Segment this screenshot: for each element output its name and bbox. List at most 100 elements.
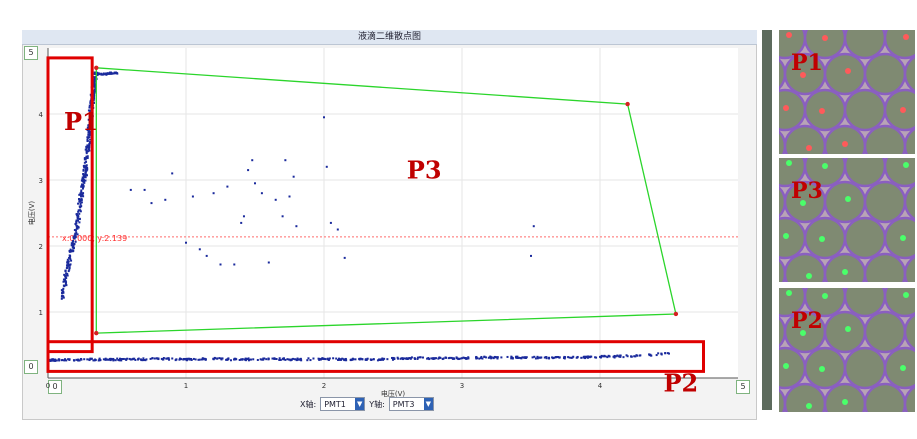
data-point-p1 — [75, 224, 78, 227]
data-point-p2 — [337, 358, 340, 361]
chevron-down-icon[interactable]: ▼ — [355, 398, 365, 410]
data-point-p2 — [521, 356, 524, 359]
data-point-p2 — [480, 355, 483, 358]
data-point-p2 — [383, 357, 386, 360]
data-point-p1 — [69, 263, 72, 266]
data-point-p2 — [79, 358, 82, 361]
data-point-p1 — [106, 72, 109, 75]
data-point-p2 — [619, 354, 622, 357]
x-axis-select[interactable]: PMT1 ▼ — [320, 397, 366, 411]
data-point-p2 — [246, 358, 249, 361]
data-point-p2 — [151, 357, 154, 360]
droplet — [783, 124, 827, 154]
data-point-p2 — [372, 358, 375, 361]
data-point-p2 — [153, 357, 156, 360]
grid-lines — [47, 48, 738, 378]
data-point-p2 — [265, 358, 268, 361]
droplet — [823, 382, 867, 412]
data-point-p3 — [143, 188, 146, 191]
data-point-p2 — [182, 358, 185, 361]
droplet — [863, 310, 907, 354]
fluorescent-dot — [806, 403, 812, 409]
data-point-p2 — [603, 354, 606, 357]
data-point-p2 — [121, 357, 124, 360]
data-point-p2 — [467, 357, 470, 360]
x-tick-label: 4 — [598, 382, 603, 390]
y-tick-label: 1 — [39, 309, 43, 317]
data-point-p1 — [75, 227, 78, 230]
data-point-p2 — [533, 355, 536, 358]
data-point-p1 — [73, 243, 76, 246]
data-point-p3 — [191, 195, 194, 198]
y-axis-select[interactable]: PMT3 ▼ — [388, 397, 434, 411]
data-point-p1 — [85, 150, 88, 153]
data-point-p2 — [149, 357, 152, 360]
data-point-p1 — [77, 210, 80, 213]
data-point-p2 — [126, 357, 129, 360]
data-point-p1 — [71, 250, 74, 253]
data-point-p2 — [457, 358, 460, 361]
data-point-p2 — [455, 356, 458, 359]
fluorescent-dot — [806, 273, 812, 279]
data-point-p1 — [80, 199, 83, 202]
data-point-p1 — [74, 229, 77, 232]
data-point-p2 — [441, 358, 444, 361]
droplet — [823, 52, 867, 96]
data-point-p2 — [500, 356, 503, 359]
data-point-p2 — [427, 357, 430, 360]
data-point-p1 — [81, 187, 84, 190]
data-point-p2 — [225, 358, 228, 361]
data-point-p1 — [82, 195, 85, 198]
droplet — [863, 252, 907, 282]
droplet — [863, 382, 907, 412]
data-point-p1 — [111, 72, 114, 75]
fluorescent-dot — [822, 163, 828, 169]
side-strip — [762, 30, 772, 410]
data-point-p2 — [435, 357, 438, 360]
data-point-p1 — [85, 164, 88, 167]
fluorescent-dot — [900, 107, 906, 113]
data-point-p1 — [81, 183, 84, 186]
data-point-p3 — [233, 263, 236, 266]
droplet — [863, 52, 907, 96]
data-point-p2 — [450, 356, 453, 359]
data-point-p1 — [65, 277, 68, 280]
data-point-p3 — [212, 192, 215, 195]
threshold-line[interactable]: x:0.000, y:2.139 — [48, 234, 738, 243]
data-point-p1 — [93, 83, 96, 86]
droplet — [803, 216, 847, 260]
data-point-p3 — [343, 256, 346, 259]
chevron-down-icon[interactable]: ▼ — [423, 398, 433, 410]
data-point-p2 — [175, 358, 178, 361]
data-point-p3 — [219, 263, 222, 266]
data-point-p1 — [86, 168, 89, 171]
fluorescent-dot — [819, 236, 825, 242]
data-point-p2 — [279, 358, 282, 361]
data-point-p2 — [332, 357, 335, 360]
data-point-p1 — [113, 71, 116, 74]
x-axis-select-value: PMT1 — [324, 399, 346, 409]
data-point-p1 — [80, 189, 83, 192]
data-point-p2 — [52, 359, 55, 362]
droplet-image — [779, 288, 915, 412]
data-point-p2 — [358, 357, 361, 360]
data-point-p2 — [275, 358, 278, 361]
data-point-p1 — [62, 287, 65, 290]
y-axis-title: 电压(V) — [27, 201, 36, 226]
gates[interactable]: P1 P2 P3 — [46, 56, 705, 398]
data-point-p2 — [630, 355, 633, 358]
data-point-p1 — [76, 214, 79, 217]
data-point-p2 — [556, 356, 559, 359]
data-point-p2 — [171, 357, 174, 360]
data-point-p2 — [83, 358, 86, 361]
droplet — [783, 382, 827, 412]
fluorescent-dot — [786, 160, 792, 166]
data-point-p2 — [493, 355, 496, 358]
data-point-p1 — [88, 149, 91, 152]
data-point-p2 — [112, 359, 115, 362]
y-axis-select-value: PMT3 — [392, 399, 415, 409]
gate-p3 — [95, 67, 677, 334]
data-point-p2 — [650, 354, 653, 357]
axis-selector-bar: X轴: PMT1 ▼ Y轴: PMT3 ▼ — [300, 396, 434, 412]
data-point-p1 — [66, 272, 69, 275]
